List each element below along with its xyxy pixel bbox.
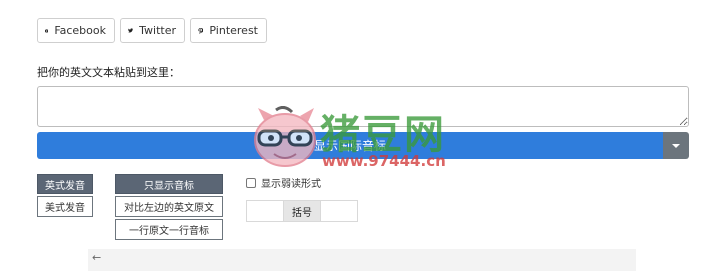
bracket-style-group: 括号	[246, 200, 358, 222]
twitter-share-button[interactable]: Twitter	[120, 18, 185, 43]
facebook-icon	[45, 28, 49, 33]
pinterest-label: Pinterest	[209, 24, 258, 37]
bracket-style-right[interactable]	[321, 201, 357, 221]
caret-down-icon	[672, 143, 680, 148]
watermark-url: www.97444.cn	[322, 152, 446, 170]
ad-banner: ←	[88, 249, 636, 271]
input-label: 把你的英文文本粘贴到这里：	[37, 66, 180, 79]
pig-logo-icon	[254, 106, 316, 167]
american-pronunciation-option[interactable]: 美式发音	[37, 196, 93, 217]
bracket-style-option[interactable]: 括号	[283, 201, 321, 221]
back-arrow-icon[interactable]: ←	[92, 251, 101, 264]
twitter-icon	[128, 28, 134, 33]
facebook-label: Facebook	[54, 24, 106, 37]
site-watermark: 猪豆网 www.97444.cn	[250, 100, 470, 180]
ipa-only-option[interactable]: 只显示音标	[115, 174, 223, 194]
british-pronunciation-option[interactable]: 英式发音	[37, 174, 93, 194]
compare-original-option[interactable]: 对比左边的英文原文	[115, 196, 223, 217]
line-by-line-option[interactable]: 一行原文一行音标	[115, 219, 223, 240]
bracket-style-left[interactable]	[247, 201, 283, 221]
twitter-label: Twitter	[139, 24, 176, 37]
facebook-share-button[interactable]: Facebook	[37, 18, 115, 43]
options-dropdown-button[interactable]	[663, 132, 689, 159]
pinterest-icon	[198, 27, 204, 34]
pinterest-share-button[interactable]: Pinterest	[190, 18, 267, 43]
